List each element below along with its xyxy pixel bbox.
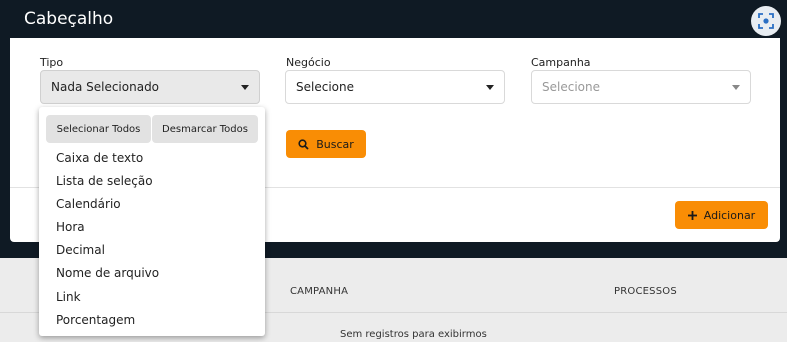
dropdown-item[interactable]: Decimal [56,243,105,257]
chevron-down-icon [486,85,494,90]
tipo-dropdown-menu: Selecionar Todos Desmarcar Todos Caixa d… [39,107,265,336]
dropdown-item[interactable]: Caixa de texto [56,151,143,165]
campanha-select-value: Selecione [542,80,600,94]
dropdown-item[interactable]: Hora [56,220,85,234]
dropdown-item[interactable]: Lista de seleção [56,174,153,188]
dropdown-item[interactable]: Calendário [56,197,121,211]
expand-button[interactable] [751,6,781,36]
search-button[interactable]: Buscar [286,130,366,158]
table-header-processos: PROCESSOS [614,286,677,297]
add-button-label: Adicionar [703,208,756,222]
chevron-down-icon [241,85,249,90]
negocio-select-value: Selecione [296,80,354,94]
plus-icon [687,210,697,220]
tipo-select-value: Nada Selecionado [51,80,160,94]
campanha-select[interactable]: Selecione [531,70,751,104]
table-header-campanha: CAMPANHA [290,286,349,297]
dropdown-item[interactable]: Porcentagem [56,313,135,327]
dropdown-item[interactable]: Link [56,290,81,304]
search-button-label: Buscar [316,137,354,151]
add-button[interactable]: Adicionar [675,201,768,229]
negocio-select[interactable]: Selecione [285,70,505,104]
campanha-label: Campanha [531,56,591,69]
tipo-label: Tipo [40,56,64,69]
dropdown-item[interactable]: Nome de arquivo [56,266,159,280]
table-empty-message: Sem registros para exibirmos [340,329,487,340]
negocio-label: Negócio [286,56,331,69]
modal-header: Cabeçalho [0,0,787,38]
search-icon [298,138,309,150]
select-all-button[interactable]: Selecionar Todos [46,115,151,143]
tipo-select[interactable]: Nada Selecionado [40,70,260,104]
modal-title: Cabeçalho [24,9,114,29]
focus-expand-icon [758,13,774,29]
deselect-all-button[interactable]: Desmarcar Todos [152,115,258,143]
chevron-down-icon [732,85,740,90]
